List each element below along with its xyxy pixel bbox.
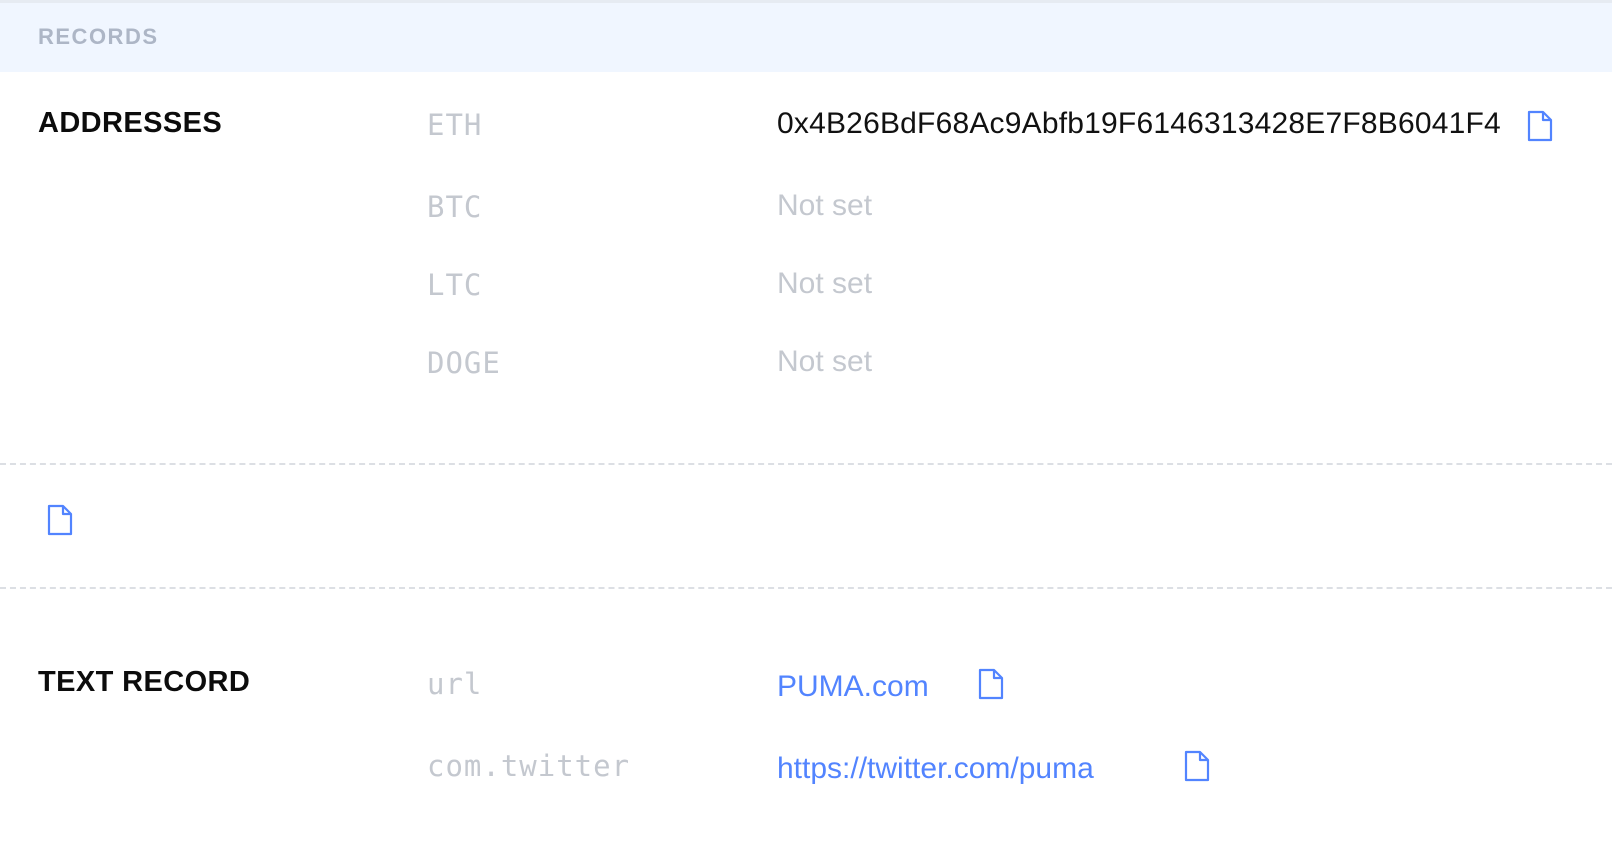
text-record-link-twitter[interactable]: https://twitter.com/puma [777,752,1094,786]
address-key-eth: ETH [427,108,483,142]
file-copy-icon[interactable] [47,504,73,536]
copy-twitter-icon[interactable] [1184,750,1210,782]
copy-eth-address-icon[interactable] [1527,110,1553,142]
address-value-ltc: Not set [777,267,873,300]
address-value-btc: Not set [777,189,873,222]
address-value-eth[interactable]: 0x4B26BdF68Ac9Abfb19F6146313428E7F8B6041… [777,107,1501,141]
section-divider [0,463,1612,465]
copy-url-icon[interactable] [978,668,1004,700]
address-value-doge: Not set [777,345,873,378]
address-key-ltc: LTC [427,268,483,302]
text-record-title: TEXT RECORD [38,666,251,698]
text-record-link-url[interactable]: PUMA.com [777,670,929,704]
address-key-btc: BTC [427,190,483,224]
section-divider [0,587,1612,589]
records-header-label: RECORDS [38,24,159,49]
records-header: RECORDS [0,0,1612,72]
text-record-key-url: url [427,667,483,701]
text-record-key-twitter: com.twitter [427,749,631,783]
addresses-title: ADDRESSES [38,107,223,139]
address-key-doge: DOGE [427,346,501,380]
